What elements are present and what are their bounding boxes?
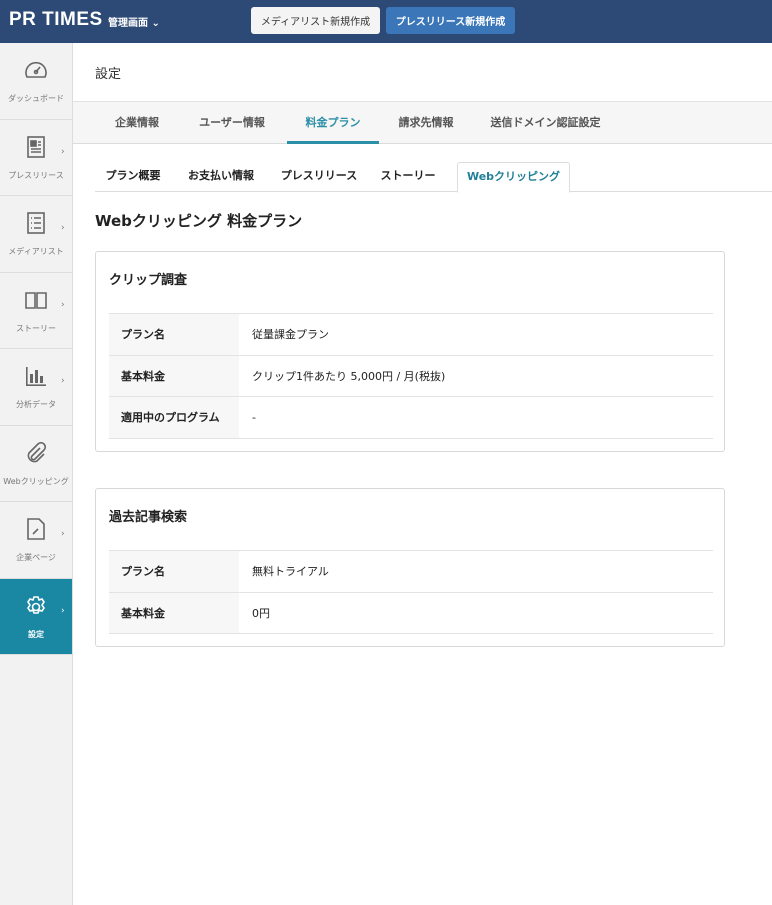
row-value: -: [252, 411, 256, 424]
row-label: 基本料金: [109, 592, 239, 633]
chevron-right-icon: ›: [61, 299, 65, 310]
tab-domain-auth[interactable]: 送信ドメイン認証設定: [483, 102, 608, 144]
chevron-right-icon: ›: [61, 605, 65, 616]
section-heading: Webクリッピング 料金プラン: [95, 212, 303, 230]
chevron-right-icon: ›: [61, 223, 65, 233]
plan-table: プラン名 無料トライアル 基本料金 0円: [109, 550, 713, 634]
new-press-release-button[interactable]: プレスリリース新規作成: [386, 7, 515, 34]
new-media-list-button[interactable]: メディアリスト新規作成: [251, 7, 380, 34]
tab-billing-info[interactable]: 請求先情報: [388, 102, 464, 144]
card-title: 過去記事検索: [109, 510, 188, 525]
subtab-story[interactable]: ストーリー: [375, 162, 441, 192]
row-label: 適用中のプログラム: [109, 397, 239, 438]
chevron-right-icon: ›: [61, 146, 65, 157]
plan-subtabs: プラン概要 お支払い情報 プレスリリース ストーリー Webクリッピング: [95, 162, 772, 193]
top-header: PR TIMES 管理画面 ⌄ メディアリスト新規作成 プレスリリース新規作成: [0, 0, 772, 43]
row-label: 基本料金: [109, 355, 239, 396]
card-title: クリップ調査: [109, 273, 188, 288]
tab-user-info[interactable]: ユーザー情報: [188, 102, 276, 144]
paperclip-icon: [0, 441, 72, 466]
table-row: プラン名 無料トライアル: [109, 551, 713, 593]
row-label: プラン名: [109, 314, 239, 355]
subtab-press-release[interactable]: プレスリリース: [272, 162, 366, 192]
table-row: 基本料金 クリップ1件あたり 5,000円 / 月(税抜): [109, 355, 713, 397]
subtab-plan-overview[interactable]: プラン概要: [95, 162, 171, 192]
tab-pricing-plan[interactable]: 料金プラン: [287, 102, 379, 144]
sidebar-item-story[interactable]: › ストーリー: [0, 273, 72, 349]
row-value: クリップ1件あたり 5,000円 / 月(税抜): [252, 369, 446, 383]
dashboard-icon: [0, 59, 72, 83]
row-value: 0円: [252, 606, 270, 620]
sidebar: ダッシュボード › プレスリリース › メディアリスト › ストーリー › 分析データ …: [0, 43, 73, 905]
sidebar-item-dashboard[interactable]: ダッシュボード: [0, 43, 72, 120]
row-value: 無料トライアル: [252, 565, 329, 578]
chevron-right-icon: ›: [61, 376, 65, 386]
admin-label: 管理画面: [108, 18, 148, 29]
tab-company-info[interactable]: 企業情報: [103, 102, 171, 144]
admin-menu[interactable]: 管理画面 ⌄: [108, 14, 160, 29]
table-row: プラン名 従量課金プラン: [109, 314, 713, 356]
clip-survey-card: クリップ調査 プラン名 従量課金プラン 基本料金 クリップ1件あたり 5,000円 …: [95, 251, 725, 452]
chevron-right-icon: ›: [61, 529, 65, 539]
pr-times-logo[interactable]: PR TIMES: [9, 9, 103, 31]
archive-search-card: 過去記事検索 プラン名 無料トライアル 基本料金 0円: [95, 488, 725, 647]
chevron-down-icon: ⌄: [151, 18, 160, 29]
sidebar-item-press-release[interactable]: › プレスリリース: [0, 120, 72, 196]
plan-table: プラン名 従量課金プラン 基本料金 クリップ1件あたり 5,000円 / 月(税抜)…: [109, 313, 713, 439]
subtab-web-clipping[interactable]: Webクリッピング: [457, 162, 570, 193]
sidebar-item-settings[interactable]: › 設定: [0, 578, 72, 655]
page-title: 設定: [95, 67, 122, 82]
row-value: 従量課金プラン: [252, 328, 329, 341]
sidebar-item-media-list[interactable]: › メディアリスト: [0, 196, 72, 273]
subtab-payment-info[interactable]: お支払い情報: [177, 162, 265, 192]
sidebar-item-analytics[interactable]: › 分析データ: [0, 349, 72, 426]
sidebar-item-web-clipping[interactable]: Webクリッピング: [0, 426, 72, 502]
table-row: 適用中のプログラム -: [109, 397, 713, 439]
settings-tabs: 企業情報 ユーザー情報 料金プラン 請求先情報 送信ドメイン認証設定: [73, 101, 772, 144]
table-row: 基本料金 0円: [109, 592, 713, 634]
row-label: プラン名: [109, 551, 239, 592]
sidebar-item-company-page[interactable]: › 企業ページ: [0, 502, 72, 579]
